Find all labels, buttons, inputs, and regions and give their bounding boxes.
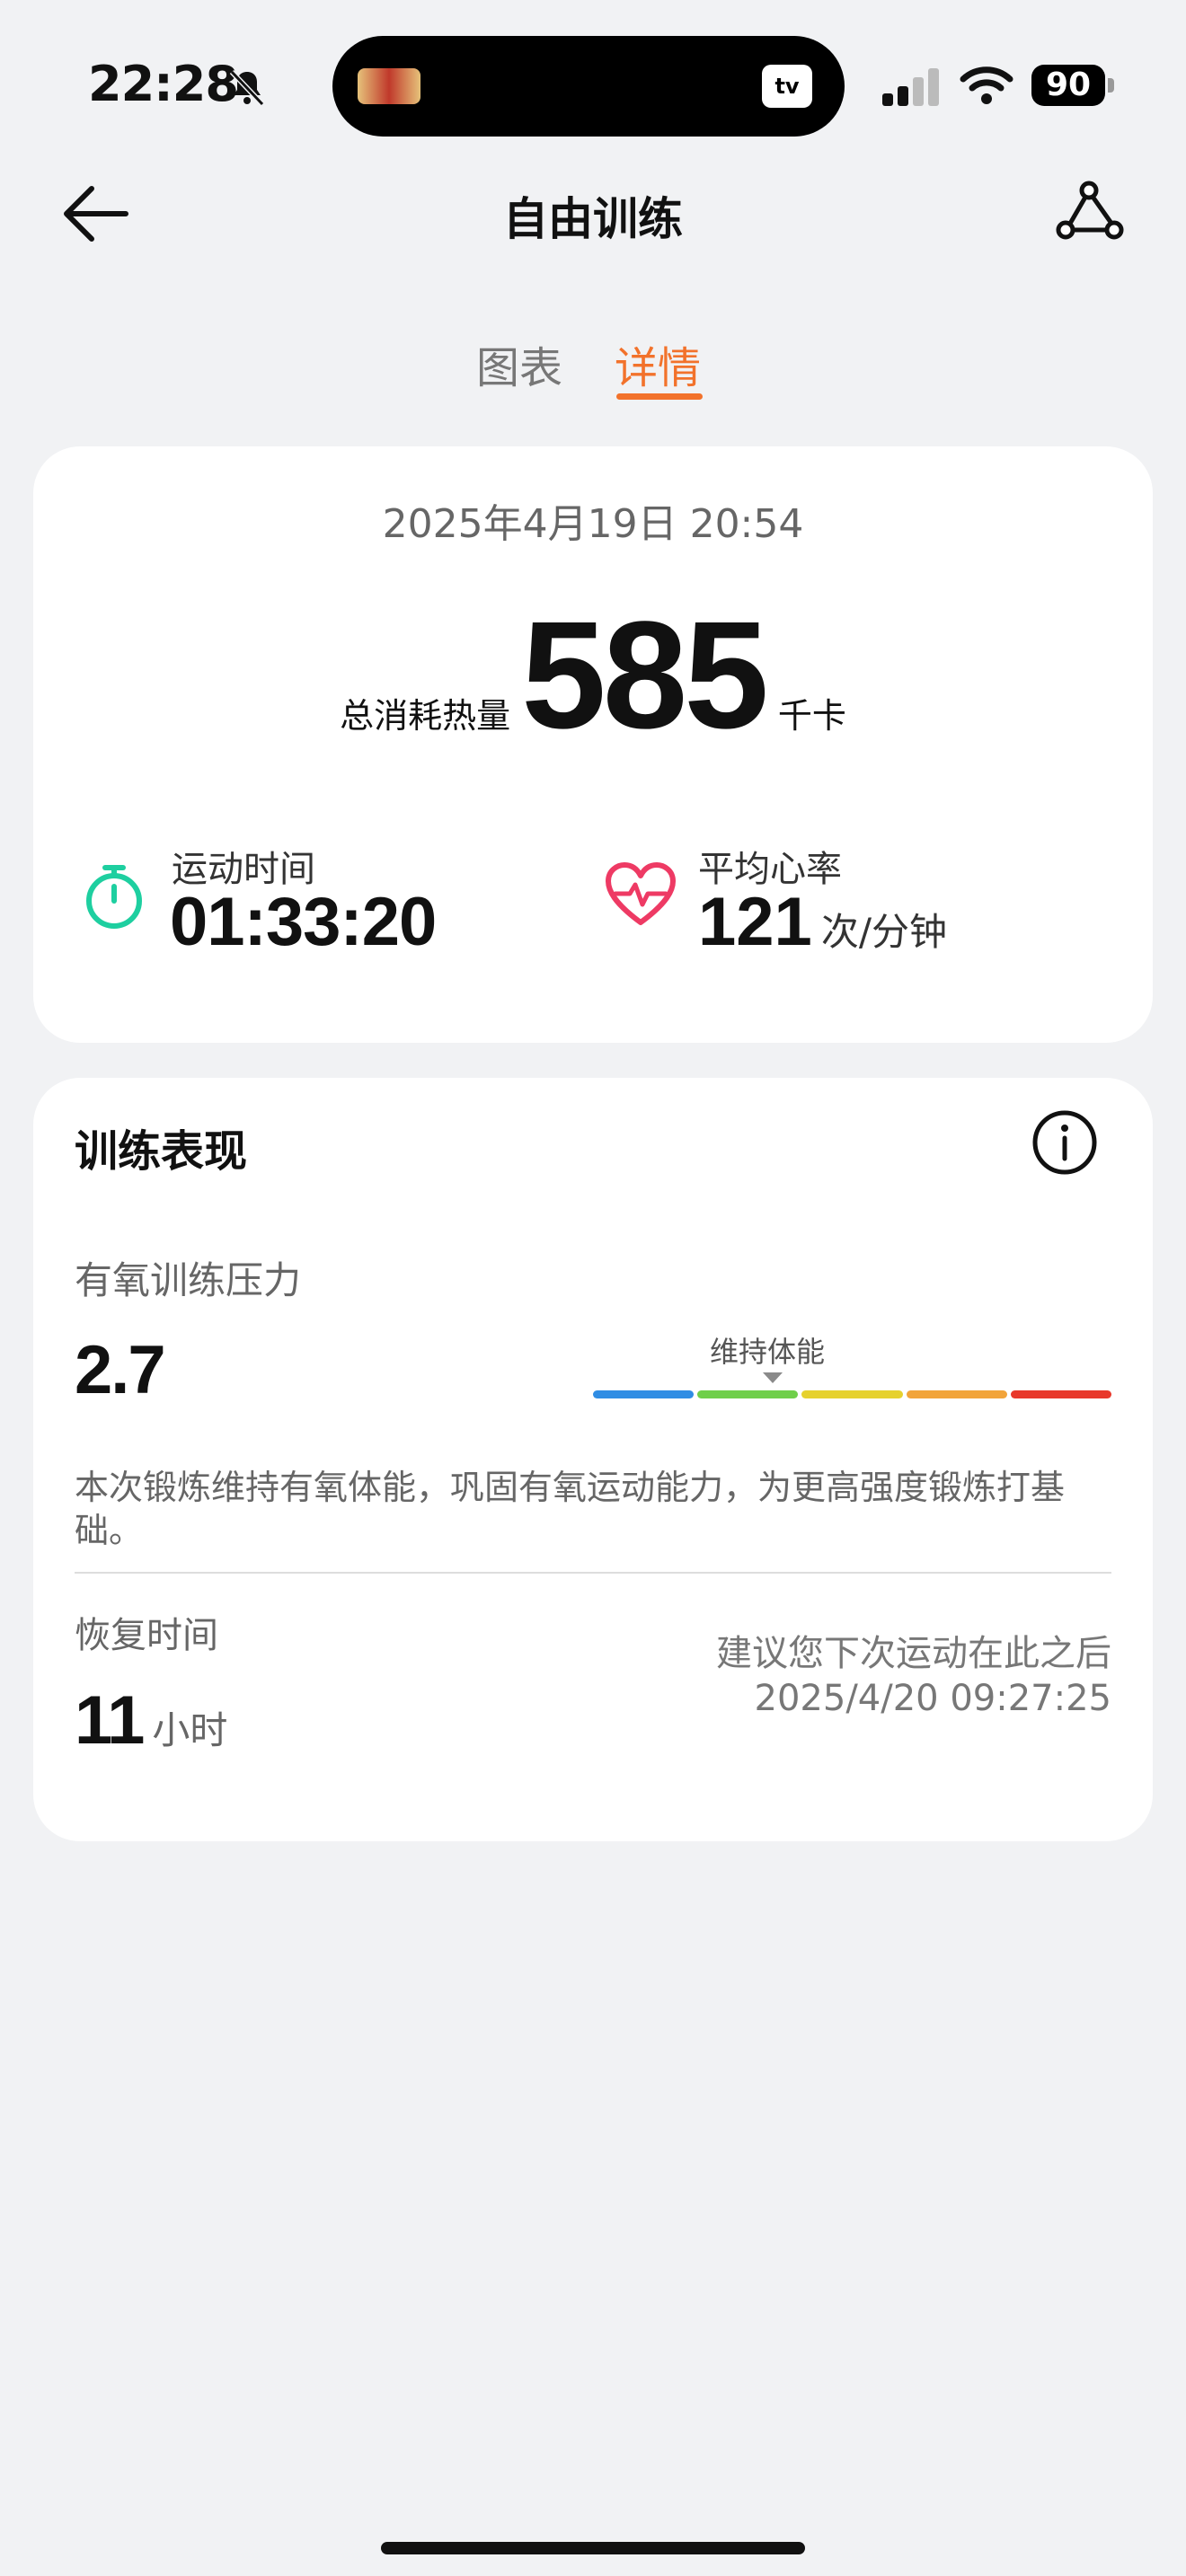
summary-card: 2025年4月19日 20:54 总消耗热量585 千卡 运动时间 01:33:2… <box>33 446 1153 1043</box>
recovery-time-label: 恢复时间 <box>75 1615 218 1656</box>
heart-rate-unit: 次/分钟 <box>820 910 947 954</box>
scale-segment-1 <box>593 1390 695 1398</box>
aerobic-scale-bar <box>593 1390 1112 1398</box>
dynamic-island[interactable]: tv <box>332 36 845 137</box>
recovery-advice: 建议您下次运动在此之后 <box>716 1633 1111 1674</box>
battery-tip <box>1108 78 1114 93</box>
heart-rate-value: 121 <box>698 884 812 960</box>
battery-indicator: 90 <box>1031 65 1114 106</box>
now-playing-thumbnail <box>358 68 420 104</box>
scale-segment-3 <box>801 1390 903 1398</box>
calories-unit: 千卡 <box>777 696 846 736</box>
performance-title: 训练表现 <box>75 1126 248 1177</box>
tab-details[interactable]: 详情 <box>615 332 701 395</box>
bell-muted-icon <box>225 65 270 110</box>
workout-date: 2025年4月19日 20:54 <box>382 501 804 547</box>
tab-chart[interactable]: 图表 <box>476 332 562 395</box>
scale-segment-4 <box>906 1390 1007 1398</box>
wifi-icon <box>960 65 1013 106</box>
battery-level: 90 <box>1031 65 1105 106</box>
active-tab-indicator <box>616 393 703 400</box>
status-time: 22:28 <box>88 56 239 112</box>
info-icon[interactable] <box>1031 1108 1099 1177</box>
heart-rate-row: 121 次/分钟 <box>698 883 947 961</box>
scale-segment-2 <box>697 1390 799 1398</box>
performance-card: 训练表现 有氧训练压力 2.7 维持体能 本次锻炼维持有氧体能，巩固有氧运动能力… <box>33 1078 1153 1841</box>
aerobic-load-label: 有氧训练压力 <box>75 1258 302 1302</box>
recovery-until-time: 2025/4/20 09:27:25 <box>754 1678 1111 1719</box>
home-indicator[interactable] <box>381 2542 805 2554</box>
route-button[interactable] <box>1049 176 1130 248</box>
stopwatch-icon <box>78 860 150 931</box>
aerobic-level-label: 维持体能 <box>710 1335 826 1369</box>
recovery-time-value: 11 <box>75 1682 145 1759</box>
cellular-signal-icon <box>881 66 943 108</box>
recovery-time-row: 11 小时 <box>75 1681 227 1760</box>
apple-tv-label: tv <box>774 74 800 99</box>
divider <box>75 1572 1111 1574</box>
level-pointer <box>763 1372 783 1383</box>
apple-tv-icon: tv <box>762 65 812 108</box>
calories-label: 总消耗热量 <box>340 696 511 736</box>
heart-rate-icon <box>605 860 677 931</box>
recovery-time-unit: 小时 <box>152 1708 228 1752</box>
aerobic-load-value: 2.7 <box>75 1332 166 1408</box>
scale-segment-5 <box>1010 1390 1112 1398</box>
route-icon <box>1056 181 1124 240</box>
page-title: 自由训练 <box>503 193 683 245</box>
calories-value: 585 <box>521 590 769 761</box>
duration-value: 01:33:20 <box>170 884 437 960</box>
aerobic-description: 本次锻炼维持有氧体能，巩固有氧运动能力，为更高强度锻炼打基础。 <box>75 1468 1066 1550</box>
calories-row: 总消耗热量585 千卡 <box>33 599 1153 752</box>
